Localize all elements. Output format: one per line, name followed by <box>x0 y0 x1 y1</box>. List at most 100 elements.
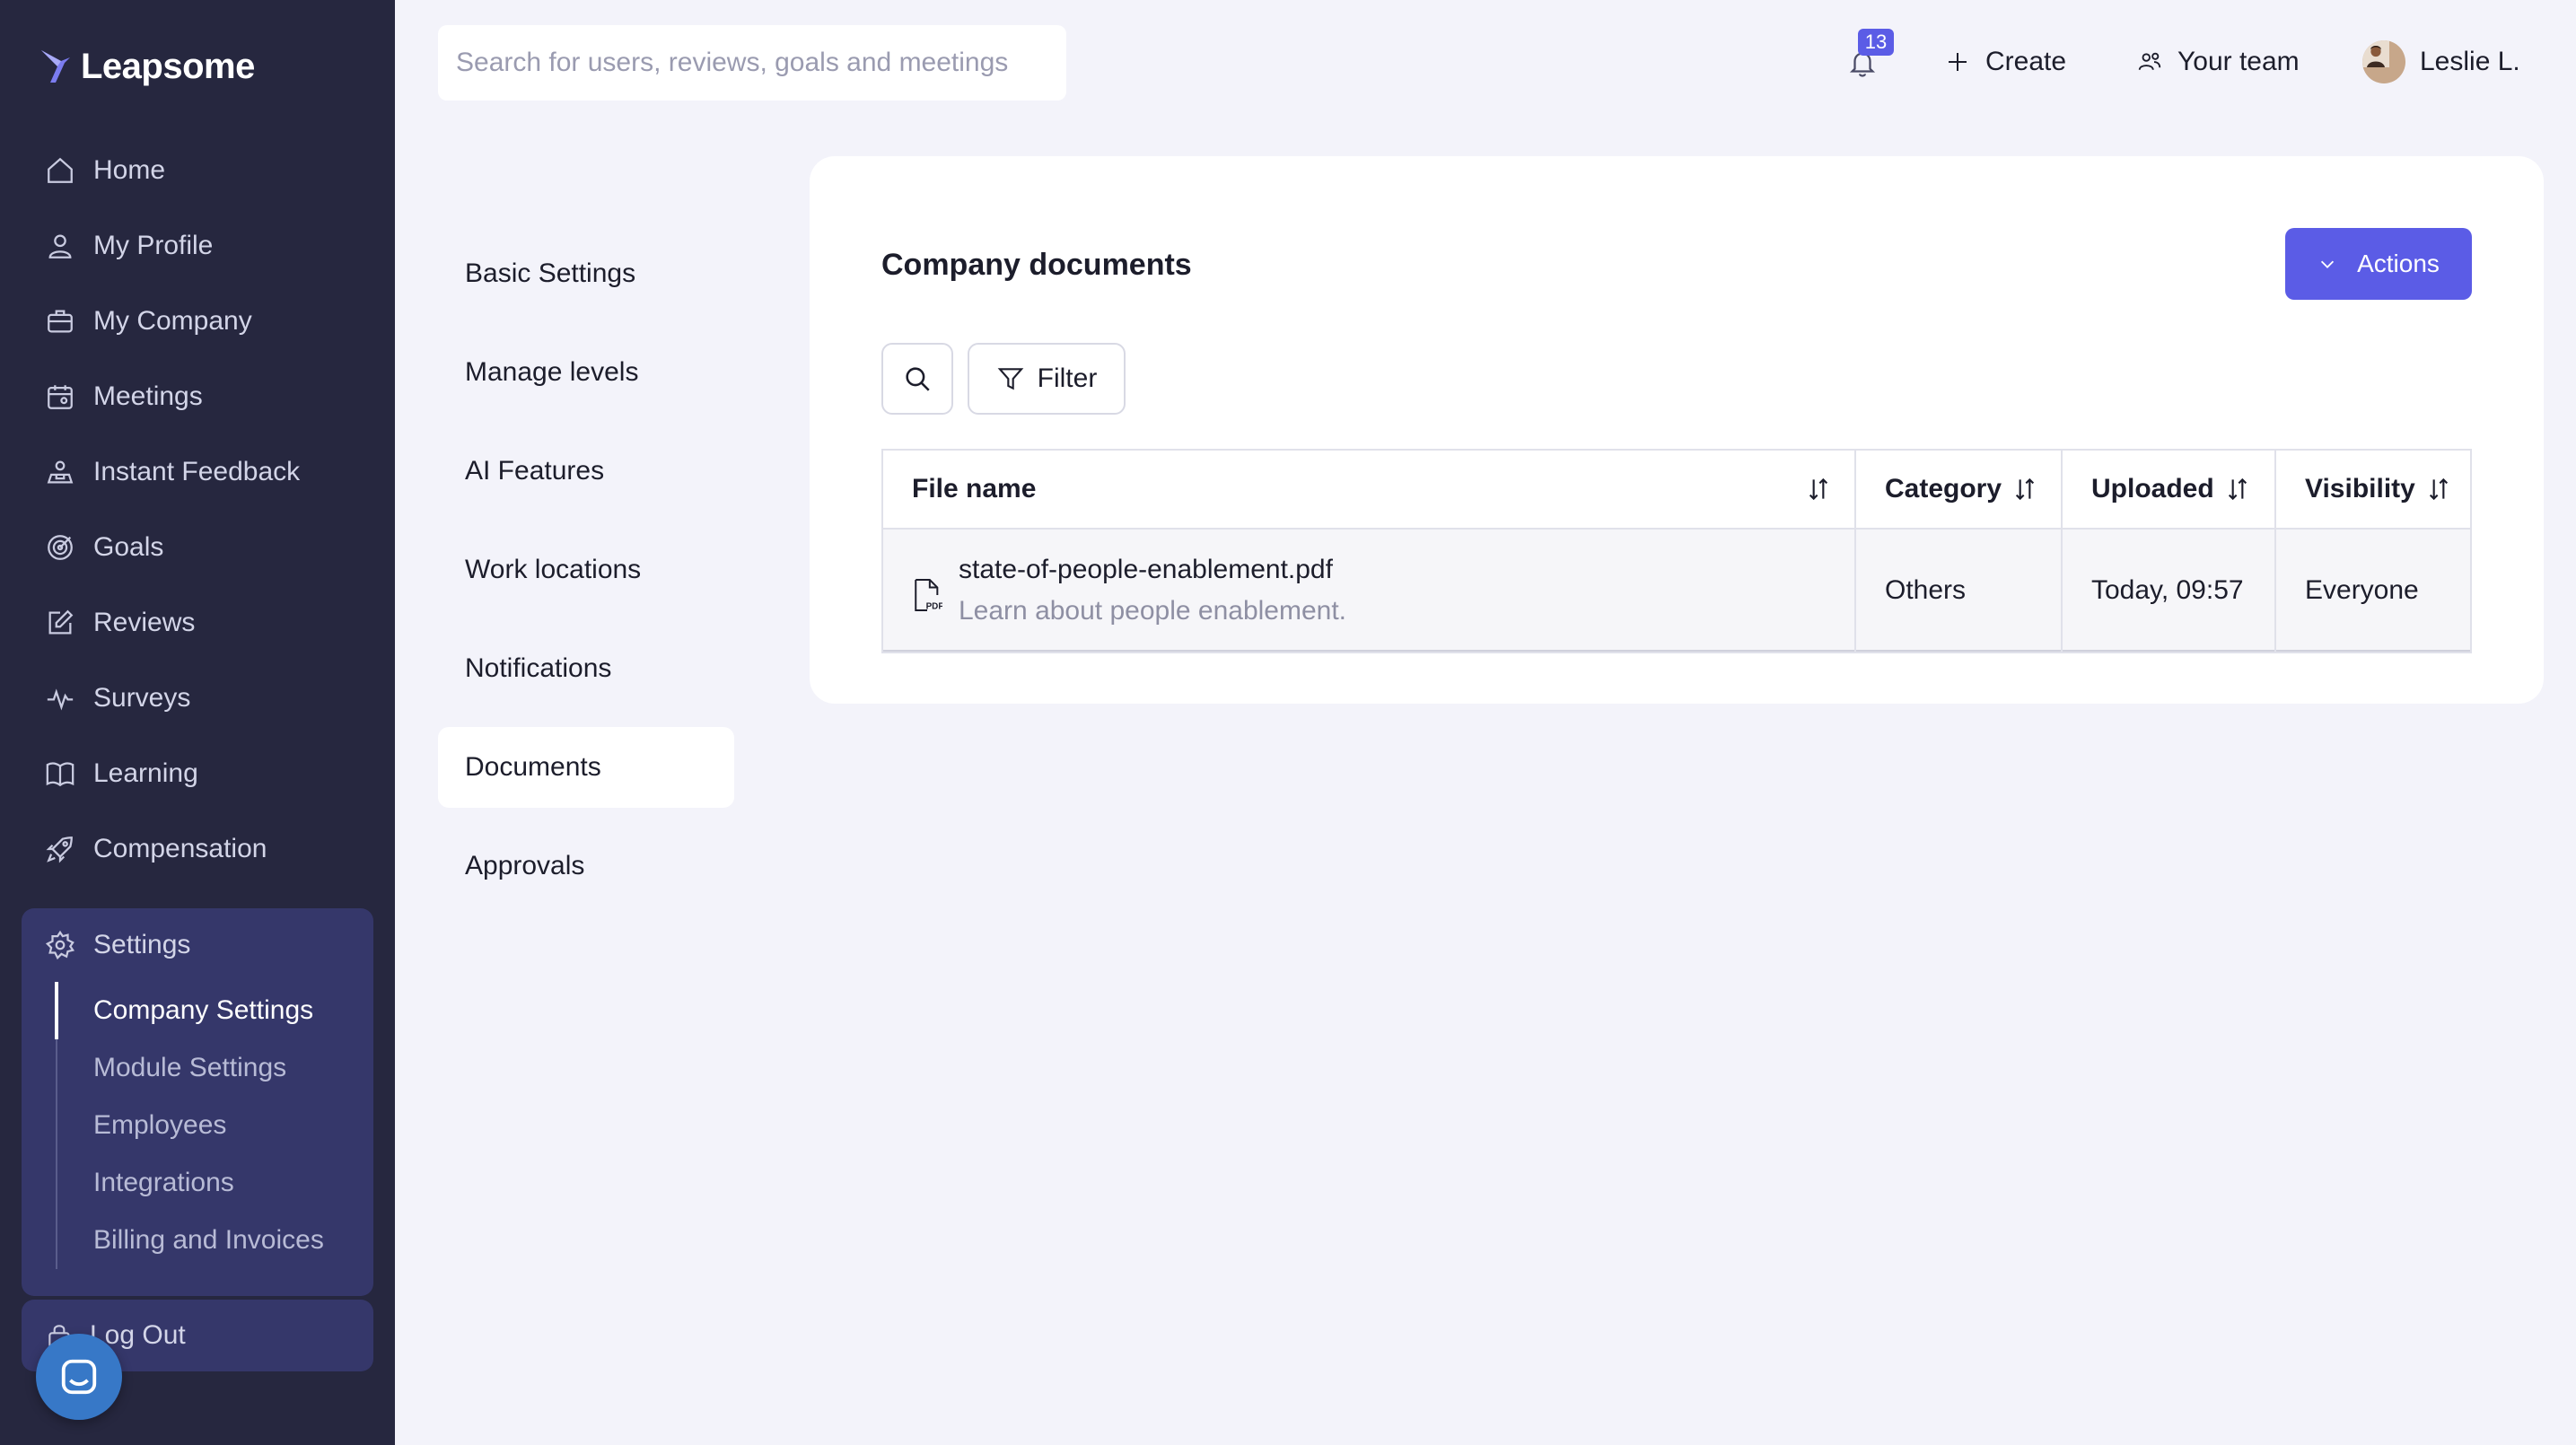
file-name[interactable]: state-of-people-enablement.pdf <box>959 555 1346 585</box>
pdf-file-icon: PDF <box>915 579 942 612</box>
sidebar-item-label: Home <box>93 155 166 185</box>
sidebar-subitem-integrations[interactable]: Integrations <box>57 1154 361 1212</box>
sidebar-item-my-company[interactable]: My Company <box>0 284 395 359</box>
column-header-label: Category <box>1885 474 2002 504</box>
column-header-label: Visibility <box>2305 474 2415 504</box>
sort-icon <box>1809 477 1828 501</box>
sidebar-item-label: My Profile <box>93 231 214 260</box>
sidebar-subitem-billing[interactable]: Billing and Invoices <box>57 1212 361 1269</box>
team-icon <box>2138 52 2161 71</box>
chevron-down-icon <box>2321 260 2335 268</box>
settings-nav-notifications[interactable]: Notifications <box>438 628 734 709</box>
sidebar: Leapsome Home My Profile My Company Meet… <box>0 0 395 1445</box>
app-name: Leapsome <box>81 46 255 86</box>
sidebar-item-reviews[interactable]: Reviews <box>0 585 395 661</box>
company-documents-card: Company documents Actions Filter File na… <box>810 156 2544 704</box>
main-nav: Home My Profile My Company Meetings Inst… <box>0 133 395 887</box>
chat-launcher-button[interactable] <box>36 1334 122 1420</box>
column-header-category[interactable]: Category <box>1856 451 2061 528</box>
documents-table: File name Category Uploaded Visibility P… <box>881 449 2472 653</box>
rocket-icon <box>46 836 73 863</box>
sidebar-item-instant-feedback[interactable]: Instant Feedback <box>0 434 395 510</box>
search-documents-button[interactable] <box>881 343 953 415</box>
sidebar-item-label: Learning <box>93 758 198 788</box>
leapsome-logo-icon <box>41 50 70 83</box>
visibility-cell: Everyone <box>2305 575 2419 605</box>
your-team-label: Your team <box>2177 47 2300 76</box>
sidebar-subitem-module-settings[interactable]: Module Settings <box>57 1039 361 1097</box>
sidebar-subitem-employees[interactable]: Employees <box>57 1097 361 1154</box>
briefcase-icon <box>48 310 73 333</box>
app-logo[interactable]: Leapsome <box>38 41 255 92</box>
settings-section: Settings Company Settings Module Setting… <box>22 908 373 1296</box>
column-header-visibility[interactable]: Visibility <box>2276 451 2472 528</box>
plus-icon <box>1949 53 1967 71</box>
file-name-cell[interactable]: PDF state-of-people-enablement.pdf Learn… <box>883 528 1854 653</box>
user-menu[interactable]: Leslie L. <box>2362 39 2520 84</box>
actions-label: Actions <box>2357 250 2440 277</box>
global-search[interactable] <box>438 25 1066 101</box>
sidebar-item-surveys[interactable]: Surveys <box>0 661 395 736</box>
pulse-icon <box>47 688 74 711</box>
company-settings-nav: Basic Settings Manage levels AI Features… <box>438 233 734 924</box>
book-icon <box>46 762 74 787</box>
sort-icon <box>2015 477 2035 501</box>
sidebar-item-learning[interactable]: Learning <box>0 736 395 811</box>
user-avatar-icon <box>2362 40 2389 67</box>
actions-button[interactable]: Actions <box>2285 228 2472 300</box>
sidebar-item-my-profile[interactable]: My Profile <box>0 208 395 284</box>
chat-icon <box>61 1359 97 1395</box>
sidebar-item-compensation[interactable]: Compensation <box>0 811 395 887</box>
user-icon <box>48 234 72 258</box>
sidebar-item-label: Surveys <box>93 683 191 713</box>
filter-button[interactable]: Filter <box>968 343 1126 415</box>
sidebar-item-label: Compensation <box>93 834 267 863</box>
uploaded-cell: Today, 09:57 <box>2091 575 2244 605</box>
settings-nav-work-locations[interactable]: Work locations <box>438 530 734 610</box>
sidebar-item-label: Reviews <box>93 608 196 637</box>
sidebar-item-home[interactable]: Home <box>0 133 395 208</box>
filter-label: Filter <box>1037 363 1098 393</box>
column-header-uploaded[interactable]: Uploaded <box>2063 451 2274 528</box>
your-team-button[interactable]: Your team <box>2136 39 2300 84</box>
column-header-file-name[interactable]: File name <box>883 451 1854 528</box>
settings-nav-basic-settings[interactable]: Basic Settings <box>438 233 734 314</box>
sidebar-item-goals[interactable]: Goals <box>0 510 395 585</box>
create-button[interactable]: Create <box>1944 39 2066 84</box>
search-icon <box>906 367 930 391</box>
user-name: Leslie L. <box>2420 47 2520 76</box>
feedback-icon <box>47 460 74 484</box>
home-icon <box>48 157 73 183</box>
sidebar-item-label: Goals <box>93 532 164 562</box>
settings-sub-list: Company Settings Module Settings Employe… <box>55 982 361 1269</box>
settings-nav-ai-features[interactable]: AI Features <box>438 431 734 512</box>
svg-text:PDF: PDF <box>926 602 942 612</box>
sidebar-item-meetings[interactable]: Meetings <box>0 359 395 434</box>
gear-icon <box>45 930 75 960</box>
sidebar-item-label: Instant Feedback <box>93 457 301 486</box>
sidebar-subitem-company-settings[interactable]: Company Settings <box>55 982 361 1039</box>
calendar-icon <box>48 385 73 409</box>
sidebar-item-settings[interactable]: Settings <box>22 908 373 982</box>
file-info: state-of-people-enablement.pdf Learn abo… <box>959 555 1346 626</box>
sidebar-item-label: My Company <box>93 306 252 336</box>
sort-icon <box>2228 477 2247 501</box>
create-label: Create <box>1985 47 2067 76</box>
target-icon <box>48 535 73 560</box>
sort-icon <box>2429 477 2448 501</box>
notification-count-badge: 13 <box>1858 29 1894 56</box>
page-title: Company documents <box>881 248 1192 282</box>
settings-nav-manage-levels[interactable]: Manage levels <box>438 332 734 413</box>
filter-icon <box>997 368 1024 390</box>
column-header-label: Uploaded <box>2091 474 2214 504</box>
category-cell: Others <box>1885 575 1967 605</box>
column-header-label: File name <box>912 474 1037 504</box>
sidebar-item-label: Meetings <box>93 381 203 411</box>
file-description: Learn about people enablement. <box>959 596 1347 626</box>
settings-nav-documents[interactable]: Documents <box>438 727 734 808</box>
avatar <box>2362 40 2405 83</box>
edit-icon <box>48 609 74 635</box>
search-input[interactable] <box>456 48 1048 78</box>
settings-nav-approvals[interactable]: Approvals <box>438 826 734 906</box>
sidebar-item-label: Settings <box>93 930 191 959</box>
